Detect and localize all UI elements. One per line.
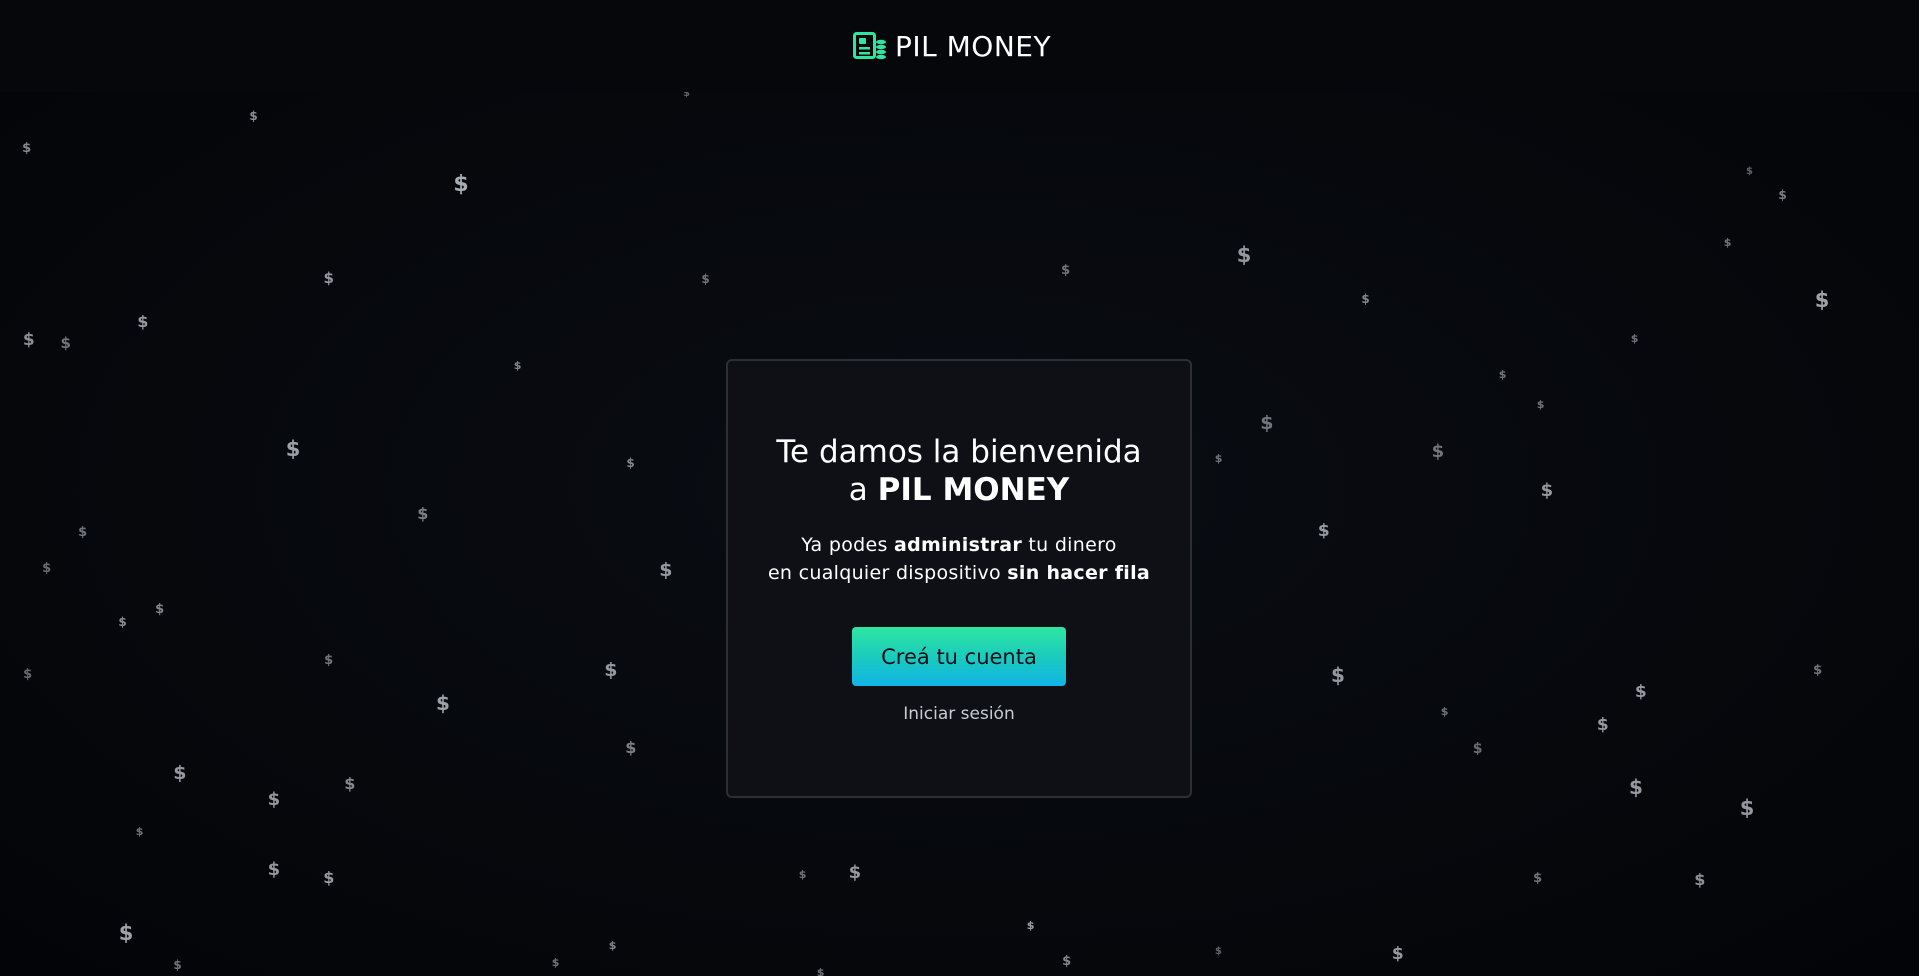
dollar-sign-icon: $ [1317, 520, 1330, 541]
subtitle-line2-b: sin hacer fila [1007, 562, 1151, 584]
dollar-sign-icon: $ [625, 738, 637, 757]
dollar-sign-icon: $ [1596, 714, 1609, 735]
dollar-sign-icon: $ [118, 615, 127, 629]
dollar-sign-icon: $ [137, 312, 149, 331]
dollar-sign-icon: $ [267, 789, 281, 810]
dollar-sign-icon: $ [1630, 331, 1639, 345]
dollar-sign-icon: $ [323, 268, 334, 287]
dollar-sign-icon: $ [1536, 397, 1545, 411]
dollar-sign-icon: $ [626, 456, 635, 470]
dollar-sign-icon: $ [22, 329, 35, 350]
welcome-title-brand: PIL MONEY [877, 472, 1070, 508]
dollar-sign-icon: $ [604, 658, 618, 681]
dollar-sign-icon: $ [173, 761, 187, 784]
create-account-button[interactable]: Creá tu cuenta [852, 627, 1066, 686]
subtitle-line1-c: tu dinero [1022, 534, 1117, 556]
dollar-sign-icon: $ [1331, 663, 1345, 687]
subtitle-line1-a: Ya podes [801, 534, 895, 556]
dollar-sign-icon: $ [1472, 741, 1483, 757]
top-bar: PIL MONEY [0, 0, 1919, 92]
app-root: $ $ $ $ $ $ $ $ $ $ $ $ $ $ $ $ $ $ $ $ $ $ $ $ $ $ $ $ $ $ $ $ $ $ $ $ $ $ $ $… [0, 0, 1919, 976]
dollar-sign-icon: $ [1026, 918, 1035, 932]
dollar-sign-icon: $ [1723, 235, 1732, 249]
dollar-sign-icon: $ [1440, 704, 1449, 718]
dollar-sign-icon: $ [1778, 188, 1787, 202]
dollar-sign-icon: $ [1533, 870, 1543, 886]
dollar-sign-icon: $ [816, 965, 825, 976]
dollar-sign-icon: $ [1814, 287, 1830, 312]
money-stack-icon [853, 31, 887, 61]
dollar-sign-icon: $ [551, 955, 560, 969]
dollar-sign-icon: $ [42, 560, 52, 576]
dollar-sign-icon: $ [417, 504, 429, 523]
dollar-sign-icon: $ [60, 333, 71, 352]
dollar-sign-icon: $ [22, 140, 32, 156]
welcome-subtitle: Ya podes administrar tu dinero en cualqu… [728, 531, 1190, 587]
dollar-sign-icon: $ [1634, 681, 1647, 702]
welcome-title-prefix: a [848, 472, 878, 508]
dollar-sign-icon: $ [344, 774, 356, 793]
dollar-sign-icon: $ [285, 436, 301, 461]
dollar-sign-icon: $ [1694, 870, 1706, 889]
dollar-sign-icon: $ [1498, 367, 1507, 381]
dollar-sign-icon: $ [1361, 292, 1370, 306]
dollar-sign-icon: $ [1813, 662, 1823, 678]
dollar-sign-icon: $ [701, 272, 710, 286]
welcome-title-line1: Te damos la bienvenida [776, 434, 1142, 470]
dollar-sign-icon: $ [135, 824, 144, 838]
dollar-sign-icon: $ [513, 358, 522, 372]
dollar-sign-icon: $ [23, 666, 33, 682]
dollar-sign-icon: $ [848, 862, 862, 883]
dollar-sign-icon: $ [1062, 953, 1072, 969]
dollar-sign-icon: $ [249, 109, 258, 123]
welcome-card: Te damos la bienvenida a PIL MONEY Ya po… [726, 359, 1192, 798]
dollar-sign-icon: $ [1236, 242, 1252, 267]
dollar-sign-icon: $ [1746, 166, 1753, 177]
dollar-sign-icon: $ [78, 524, 88, 540]
subtitle-line2-a: en cualquier dispositivo [767, 562, 1008, 584]
brand-name: PIL MONEY [895, 29, 1052, 63]
dollar-sign-icon: $ [1215, 946, 1222, 957]
dollar-sign-icon: $ [1431, 441, 1445, 462]
dollar-sign-icon: $ [1260, 411, 1274, 434]
dollar-sign-icon: $ [608, 938, 617, 952]
login-link[interactable]: Iniciar sesión [728, 704, 1190, 724]
welcome-title: Te damos la bienvenida a PIL MONEY [728, 433, 1190, 509]
dollar-sign-icon: $ [1061, 262, 1071, 278]
dollar-sign-icon: $ [453, 172, 469, 197]
dollar-sign-icon: $ [1739, 795, 1755, 820]
dollar-sign-icon: $ [118, 920, 134, 945]
dollar-sign-icon: $ [1214, 451, 1223, 465]
dollar-sign-icon: $ [323, 868, 335, 887]
dollar-sign-icon: $ [155, 601, 165, 617]
dollar-sign-icon: $ [324, 652, 334, 668]
dollar-sign-icon: $ [1629, 775, 1643, 799]
dollar-sign-icon: $ [798, 867, 807, 881]
brand-logo[interactable]: PIL MONEY [853, 28, 1051, 64]
dollar-sign-icon: $ [1540, 480, 1554, 501]
dollar-sign-icon: $ [436, 691, 450, 715]
subtitle-line1-b: administrar [894, 534, 1023, 556]
dollar-sign-icon: $ [267, 859, 281, 880]
dollar-sign-icon: $ [173, 958, 182, 972]
dollar-sign-icon: $ [1391, 943, 1404, 964]
dollar-sign-icon: $ [659, 558, 673, 581]
